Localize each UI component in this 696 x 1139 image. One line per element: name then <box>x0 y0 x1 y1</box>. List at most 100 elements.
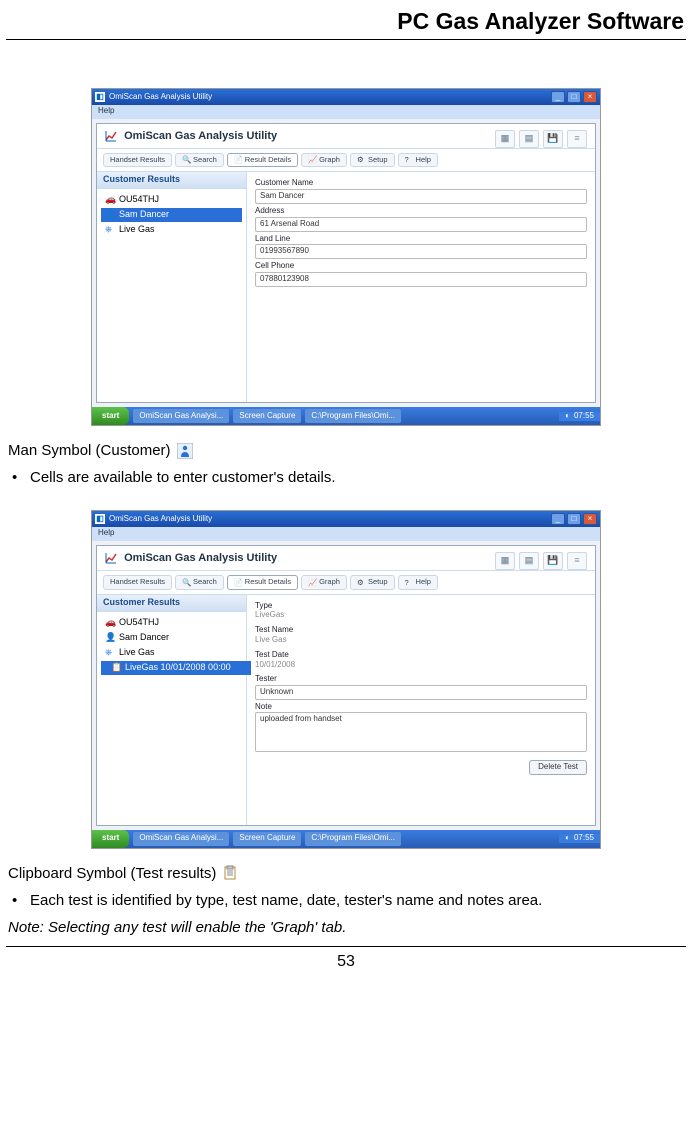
tab-result-details[interactable]: 📄Result Details <box>227 153 298 167</box>
tab-setup[interactable]: ⚙Setup <box>350 153 395 167</box>
tray-icon: ◐ <box>565 412 570 421</box>
customer-results-panel: Customer Results 🚗 OU54THJ 👤 Sam Dancer … <box>97 595 247 825</box>
tab-search[interactable]: 🔍Search <box>175 575 224 589</box>
window-title: OmiScan Gas Analysis Utility <box>109 515 212 524</box>
help-icon: ? <box>405 579 413 587</box>
menubar: Help <box>92 527 600 541</box>
system-tray: ◐ 07:55 <box>559 412 600 421</box>
value-testdate: 10/01/2008 <box>255 660 587 673</box>
clock: 07:55 <box>574 412 594 421</box>
minimize-button[interactable]: _ <box>551 513 565 525</box>
section-man-symbol: Man Symbol (Customer) <box>8 442 684 459</box>
start-button[interactable]: start <box>92 407 129 425</box>
utility-title: OmiScan Gas Analysis Utility <box>124 552 277 564</box>
tab-result-details[interactable]: 📄Result Details <box>227 575 298 589</box>
toolbar-button-save[interactable]: 💾 <box>543 130 563 148</box>
taskbar-item[interactable]: C:\Program Files\Omi... <box>305 409 401 423</box>
details-panel: Type LiveGas Test Name Live Gas Test Dat… <box>247 595 595 825</box>
minimize-button[interactable]: _ <box>551 91 565 103</box>
label-testname: Test Name <box>255 626 587 635</box>
field-landline[interactable]: 01993567890 <box>255 244 587 259</box>
tree-vehicle[interactable]: 🚗 OU54THJ <box>101 616 242 630</box>
field-cellphone[interactable]: 07880123908 <box>255 272 587 287</box>
taskbar-item[interactable]: C:\Program Files\Omi... <box>305 832 401 846</box>
tab-help[interactable]: ?Help <box>398 153 438 167</box>
tab-handset-results[interactable]: Handset Results <box>103 153 172 167</box>
utility-header: OmiScan Gas Analysis Utility ▦ ▤ 💾 ≡ <box>97 546 595 571</box>
taskbar-item[interactable]: OmiScan Gas Analysi... <box>133 832 229 846</box>
car-icon: 🚗 <box>105 618 115 628</box>
chart-icon <box>105 130 117 142</box>
maximize-button[interactable]: □ <box>567 513 581 525</box>
tray-icon: ◐ <box>565 834 570 843</box>
toolbar-button-2[interactable]: ▤ <box>519 552 539 570</box>
car-icon: 🚗 <box>105 195 115 205</box>
tree-customer[interactable]: 👤 Sam Dancer <box>101 208 242 222</box>
help-icon: ? <box>405 156 413 164</box>
gas-icon: ⎈ <box>105 225 115 235</box>
tree-label: LiveGas 10/01/2008 00:00 <box>125 663 231 673</box>
list-icon: 📄 <box>234 156 242 164</box>
search-icon: 🔍 <box>182 579 190 587</box>
clipboard-icon: 📋 <box>111 663 121 673</box>
delete-test-button[interactable]: Delete Test <box>529 760 587 775</box>
label-note: Note <box>255 703 587 712</box>
menu-help[interactable]: Help <box>98 528 114 537</box>
app-icon: ◧ <box>95 92 105 102</box>
list-icon: 📄 <box>234 579 242 587</box>
close-button[interactable]: × <box>583 91 597 103</box>
label-testdate: Test Date <box>255 651 587 660</box>
gas-icon: ⎈ <box>105 648 115 658</box>
toolbar-button-1[interactable]: ▦ <box>495 130 515 148</box>
field-customer-name[interactable]: Sam Dancer <box>255 189 587 204</box>
label-address: Address <box>255 207 587 216</box>
field-note[interactable]: uploaded from handset <box>255 712 587 752</box>
label-type: Type <box>255 602 587 611</box>
tree-label: Sam Dancer <box>119 633 169 643</box>
maximize-button[interactable]: □ <box>567 91 581 103</box>
customer-results-panel: Customer Results 🚗 OU54THJ 👤 Sam Dancer … <box>97 172 247 402</box>
man-icon <box>177 443 193 459</box>
toolbar-button-save[interactable]: 💾 <box>543 552 563 570</box>
page-number: 53 <box>6 947 686 971</box>
page-header: PC Gas Analyzer Software <box>6 0 686 40</box>
tab-graph[interactable]: 📈Graph <box>301 575 347 589</box>
taskbar-item[interactable]: Screen Capture <box>233 832 301 846</box>
tree-livegas[interactable]: ⎈ Live Gas <box>101 223 242 237</box>
tree-vehicle[interactable]: 🚗 OU54THJ <box>101 193 242 207</box>
menu-help[interactable]: Help <box>98 106 114 115</box>
tab-help[interactable]: ?Help <box>398 575 438 589</box>
tree-label: OU54THJ <box>119 195 159 205</box>
field-tester[interactable]: Unknown <box>255 685 587 700</box>
man-icon: 👤 <box>105 210 115 220</box>
window-title: OmiScan Gas Analysis Utility <box>109 93 212 102</box>
tab-setup[interactable]: ⚙Setup <box>350 575 395 589</box>
taskbar-item[interactable]: Screen Capture <box>233 409 301 423</box>
tree-label: Live Gas <box>119 648 155 658</box>
tree-test-result[interactable]: 📋 LiveGas 10/01/2008 00:00 <box>101 661 251 675</box>
tabs-row: Handset Results 🔍Search 📄Result Details … <box>97 149 595 172</box>
toolbar-button-list[interactable]: ≡ <box>567 130 587 148</box>
toolbar-button-list[interactable]: ≡ <box>567 552 587 570</box>
app-icon: ◧ <box>95 514 105 524</box>
tab-search[interactable]: 🔍Search <box>175 153 224 167</box>
screenshot-test-results: ◧ OmiScan Gas Analysis Utility _ □ × Hel… <box>91 510 601 848</box>
toolbar-button-2[interactable]: ▤ <box>519 130 539 148</box>
taskbar-item[interactable]: OmiScan Gas Analysi... <box>133 409 229 423</box>
clock: 07:55 <box>574 834 594 843</box>
bullet-test-identified: Each test is identified by type, test na… <box>8 892 684 909</box>
tree-customer[interactable]: 👤 Sam Dancer <box>101 631 242 645</box>
utility-header: OmiScan Gas Analysis Utility ▦ ▤ 💾 ≡ <box>97 124 595 149</box>
tab-graph[interactable]: 📈Graph <box>301 153 347 167</box>
caption-text: Man Symbol (Customer) <box>8 442 171 459</box>
customer-results-header: Customer Results <box>97 595 246 612</box>
field-address[interactable]: 61 Arsenal Road <box>255 217 587 232</box>
tree-livegas[interactable]: ⎈ Live Gas <box>101 646 242 660</box>
value-type: LiveGas <box>255 610 587 623</box>
tab-handset-results[interactable]: Handset Results <box>103 575 172 589</box>
toolbar-button-1[interactable]: ▦ <box>495 552 515 570</box>
customer-tree: 🚗 OU54THJ 👤 Sam Dancer ⎈ Live Gas <box>97 189 246 241</box>
label-tester: Tester <box>255 675 587 684</box>
close-button[interactable]: × <box>583 513 597 525</box>
start-button[interactable]: start <box>92 830 129 848</box>
